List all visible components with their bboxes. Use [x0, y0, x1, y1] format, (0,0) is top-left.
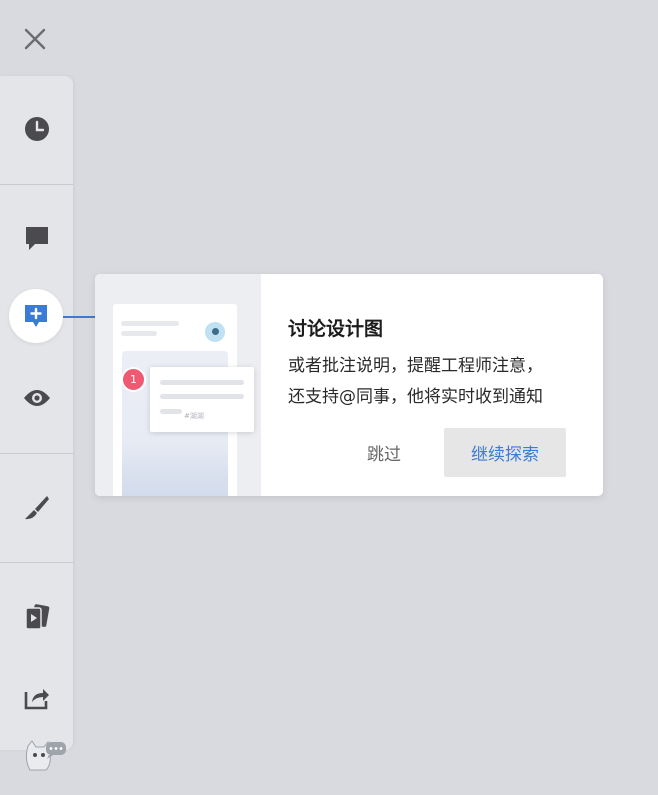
sidebar-divider [0, 562, 73, 563]
brush-icon [24, 496, 49, 520]
sidebar-item-comments[interactable] [0, 213, 73, 263]
comment-tag: #湖湖 [184, 412, 204, 420]
sidebar-item-add-comment[interactable] [9, 289, 63, 343]
guide-card: #湖湖 1 讨论设计图 或者批注说明，提醒工程师注意， 还支持@同事，他将实时收… [95, 274, 603, 496]
sidebar-item-slideshow[interactable] [0, 592, 73, 642]
sidebar-divider [0, 453, 73, 454]
sidebar-item-history[interactable] [0, 104, 73, 154]
guide-title: 讨论设计图 [288, 318, 384, 340]
mascot-chat-button[interactable] [24, 738, 68, 774]
play-cards-icon [24, 604, 49, 630]
mascot-chat-icon [25, 740, 66, 771]
guide-illustration: #湖湖 1 [95, 274, 261, 496]
clock-icon [24, 117, 49, 141]
add-comment-icon [25, 305, 47, 327]
sidebar [0, 76, 73, 750]
guide-description-line1: 或者批注说明，提醒工程师注意， [288, 356, 543, 376]
sidebar-item-annotate[interactable] [0, 482, 73, 532]
continue-explore-button[interactable]: 继续探索 [444, 428, 566, 477]
comment-badge: 1 [121, 367, 146, 392]
comment-icon [25, 227, 48, 250]
comment-popup: #湖湖 [150, 367, 254, 432]
sidebar-item-preview[interactable] [0, 373, 73, 423]
share-icon [24, 689, 49, 710]
close-button[interactable] [20, 24, 50, 54]
avatar [205, 322, 225, 342]
skip-button[interactable]: 跳过 [355, 430, 413, 474]
guide-description-line2: 还支持@同事，他将实时收到通知 [288, 387, 543, 407]
sidebar-divider [0, 184, 73, 185]
close-icon [24, 28, 46, 50]
eye-icon [23, 390, 50, 406]
sidebar-item-share[interactable] [0, 672, 73, 722]
